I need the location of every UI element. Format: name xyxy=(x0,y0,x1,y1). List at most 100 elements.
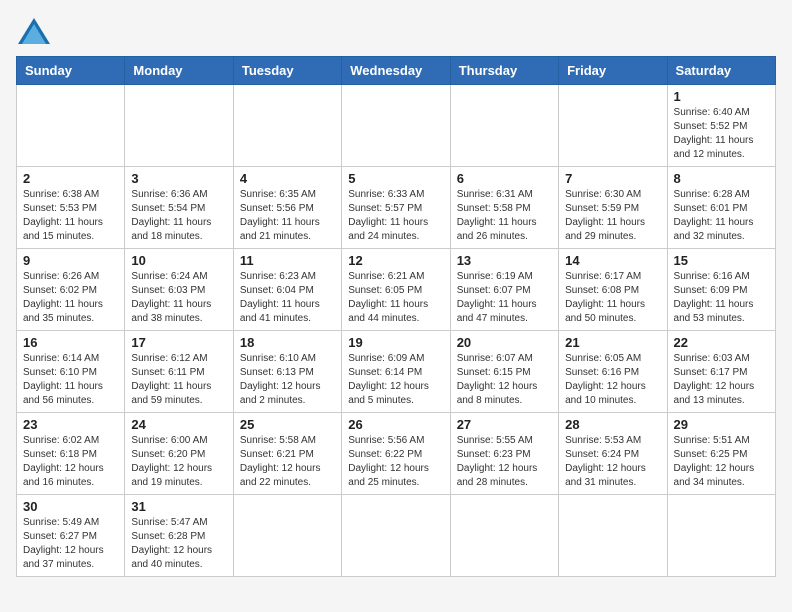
day-number: 13 xyxy=(457,253,552,268)
calendar-cell: 18 Sunrise: 6:10 AM Sunset: 6:13 PM Dayli… xyxy=(233,331,341,413)
calendar-cell: 29 Sunrise: 5:51 AM Sunset: 6:25 PM Dayli… xyxy=(667,413,775,495)
day-number: 14 xyxy=(565,253,660,268)
day-number: 11 xyxy=(240,253,335,268)
day-number: 1 xyxy=(674,89,769,104)
day-info: Sunrise: 6:33 AM Sunset: 5:57 PM Dayligh… xyxy=(348,188,443,244)
calendar-cell: 28Sunrise: 5:53 AM Sunset: 6:24 PM Dayli… xyxy=(559,413,667,495)
day-info: Sunrise: 6:00 AM Sunset: 6:20 PM Dayligh… xyxy=(131,434,226,490)
day-info: Sunrise: 5:56 AM Sunset: 6:22 PM Dayligh… xyxy=(348,434,443,490)
day-info: Sunrise: 6:38 AM Sunset: 5:53 PM Dayligh… xyxy=(23,188,118,244)
day-info: Sunrise: 5:47 AM Sunset: 6:28 PM Dayligh… xyxy=(131,516,226,572)
day-info: Sunrise: 6:21 AM Sunset: 6:05 PM Dayligh… xyxy=(348,270,443,326)
calendar-cell: 24 Sunrise: 6:00 AM Sunset: 6:20 PM Dayli… xyxy=(125,413,233,495)
day-number: 19 xyxy=(348,335,443,350)
calendar-cell xyxy=(450,85,558,167)
calendar-cell: 13 Sunrise: 6:19 AM Sunset: 6:07 PM Dayli… xyxy=(450,249,558,331)
day-info: Sunrise: 6:12 AM Sunset: 6:11 PM Dayligh… xyxy=(131,352,226,408)
day-number: 7 xyxy=(565,171,660,186)
calendar-cell: 21Sunrise: 6:05 AM Sunset: 6:16 PM Dayli… xyxy=(559,331,667,413)
calendar-cell xyxy=(342,495,450,577)
calendar-cell xyxy=(450,495,558,577)
calendar-cell: 15 Sunrise: 6:16 AM Sunset: 6:09 PM Dayli… xyxy=(667,249,775,331)
day-number: 3 xyxy=(131,171,226,186)
calendar-cell: 30 Sunrise: 5:49 AM Sunset: 6:27 PM Dayli… xyxy=(17,495,125,577)
day-header-sunday: Sunday xyxy=(17,57,125,85)
day-number: 15 xyxy=(674,253,769,268)
calendar-cell: 23 Sunrise: 6:02 AM Sunset: 6:18 PM Dayli… xyxy=(17,413,125,495)
calendar-week-0: 1Sunrise: 6:40 AM Sunset: 5:52 PM Daylig… xyxy=(17,85,776,167)
calendar-cell: 11 Sunrise: 6:23 AM Sunset: 6:04 PM Dayli… xyxy=(233,249,341,331)
day-info: Sunrise: 6:09 AM Sunset: 6:14 PM Dayligh… xyxy=(348,352,443,408)
calendar-cell: 2 Sunrise: 6:38 AM Sunset: 5:53 PM Daylig… xyxy=(17,167,125,249)
day-number: 5 xyxy=(348,171,443,186)
day-number: 17 xyxy=(131,335,226,350)
calendar-cell xyxy=(667,495,775,577)
calendar-cell xyxy=(233,85,341,167)
calendar-cell: 31Sunrise: 5:47 AM Sunset: 6:28 PM Dayli… xyxy=(125,495,233,577)
calendar-week-2: 9 Sunrise: 6:26 AM Sunset: 6:02 PM Daylig… xyxy=(17,249,776,331)
day-number: 2 xyxy=(23,171,118,186)
day-info: Sunrise: 5:49 AM Sunset: 6:27 PM Dayligh… xyxy=(23,516,118,572)
day-number: 9 xyxy=(23,253,118,268)
calendar-header-row: SundayMondayTuesdayWednesdayThursdayFrid… xyxy=(17,57,776,85)
day-number: 23 xyxy=(23,417,118,432)
calendar-cell xyxy=(233,495,341,577)
day-info: Sunrise: 6:05 AM Sunset: 6:16 PM Dayligh… xyxy=(565,352,660,408)
day-header-thursday: Thursday xyxy=(450,57,558,85)
calendar-cell: 1Sunrise: 6:40 AM Sunset: 5:52 PM Daylig… xyxy=(667,85,775,167)
day-number: 29 xyxy=(674,417,769,432)
day-info: Sunrise: 6:16 AM Sunset: 6:09 PM Dayligh… xyxy=(674,270,769,326)
day-header-monday: Monday xyxy=(125,57,233,85)
day-info: Sunrise: 6:30 AM Sunset: 5:59 PM Dayligh… xyxy=(565,188,660,244)
day-info: Sunrise: 5:55 AM Sunset: 6:23 PM Dayligh… xyxy=(457,434,552,490)
day-number: 30 xyxy=(23,499,118,514)
calendar-cell xyxy=(17,85,125,167)
day-number: 4 xyxy=(240,171,335,186)
day-info: Sunrise: 6:14 AM Sunset: 6:10 PM Dayligh… xyxy=(23,352,118,408)
day-number: 26 xyxy=(348,417,443,432)
day-number: 28 xyxy=(565,417,660,432)
day-header-wednesday: Wednesday xyxy=(342,57,450,85)
calendar-cell: 10Sunrise: 6:24 AM Sunset: 6:03 PM Dayli… xyxy=(125,249,233,331)
day-header-saturday: Saturday xyxy=(667,57,775,85)
calendar-cell: 7 Sunrise: 6:30 AM Sunset: 5:59 PM Daylig… xyxy=(559,167,667,249)
day-info: Sunrise: 6:35 AM Sunset: 5:56 PM Dayligh… xyxy=(240,188,335,244)
calendar-cell: 27Sunrise: 5:55 AM Sunset: 6:23 PM Dayli… xyxy=(450,413,558,495)
day-info: Sunrise: 6:26 AM Sunset: 6:02 PM Dayligh… xyxy=(23,270,118,326)
calendar-week-4: 23 Sunrise: 6:02 AM Sunset: 6:18 PM Dayli… xyxy=(17,413,776,495)
day-number: 24 xyxy=(131,417,226,432)
day-info: Sunrise: 6:10 AM Sunset: 6:13 PM Dayligh… xyxy=(240,352,335,408)
calendar-week-5: 30 Sunrise: 5:49 AM Sunset: 6:27 PM Dayli… xyxy=(17,495,776,577)
day-number: 20 xyxy=(457,335,552,350)
day-info: Sunrise: 6:03 AM Sunset: 6:17 PM Dayligh… xyxy=(674,352,769,408)
logo xyxy=(16,16,56,46)
day-number: 10 xyxy=(131,253,226,268)
day-number: 8 xyxy=(674,171,769,186)
calendar-cell xyxy=(342,85,450,167)
day-info: Sunrise: 6:02 AM Sunset: 6:18 PM Dayligh… xyxy=(23,434,118,490)
day-number: 22 xyxy=(674,335,769,350)
day-info: Sunrise: 6:07 AM Sunset: 6:15 PM Dayligh… xyxy=(457,352,552,408)
day-number: 18 xyxy=(240,335,335,350)
calendar-cell: 5 Sunrise: 6:33 AM Sunset: 5:57 PM Daylig… xyxy=(342,167,450,249)
calendar-week-1: 2 Sunrise: 6:38 AM Sunset: 5:53 PM Daylig… xyxy=(17,167,776,249)
calendar-cell: 26 Sunrise: 5:56 AM Sunset: 6:22 PM Dayli… xyxy=(342,413,450,495)
day-info: Sunrise: 6:23 AM Sunset: 6:04 PM Dayligh… xyxy=(240,270,335,326)
day-info: Sunrise: 6:19 AM Sunset: 6:07 PM Dayligh… xyxy=(457,270,552,326)
day-info: Sunrise: 5:51 AM Sunset: 6:25 PM Dayligh… xyxy=(674,434,769,490)
day-info: Sunrise: 6:17 AM Sunset: 6:08 PM Dayligh… xyxy=(565,270,660,326)
calendar-cell: 22 Sunrise: 6:03 AM Sunset: 6:17 PM Dayli… xyxy=(667,331,775,413)
calendar-cell: 25Sunrise: 5:58 AM Sunset: 6:21 PM Dayli… xyxy=(233,413,341,495)
day-number: 16 xyxy=(23,335,118,350)
day-info: Sunrise: 6:28 AM Sunset: 6:01 PM Dayligh… xyxy=(674,188,769,244)
calendar-cell: 3Sunrise: 6:36 AM Sunset: 5:54 PM Daylig… xyxy=(125,167,233,249)
day-info: Sunrise: 5:58 AM Sunset: 6:21 PM Dayligh… xyxy=(240,434,335,490)
calendar-cell xyxy=(125,85,233,167)
day-number: 6 xyxy=(457,171,552,186)
calendar-cell: 6Sunrise: 6:31 AM Sunset: 5:58 PM Daylig… xyxy=(450,167,558,249)
calendar-cell: 16 Sunrise: 6:14 AM Sunset: 6:10 PM Dayli… xyxy=(17,331,125,413)
calendar-week-3: 16 Sunrise: 6:14 AM Sunset: 6:10 PM Dayli… xyxy=(17,331,776,413)
day-number: 12 xyxy=(348,253,443,268)
calendar-cell xyxy=(559,495,667,577)
calendar-cell: 8 Sunrise: 6:28 AM Sunset: 6:01 PM Daylig… xyxy=(667,167,775,249)
